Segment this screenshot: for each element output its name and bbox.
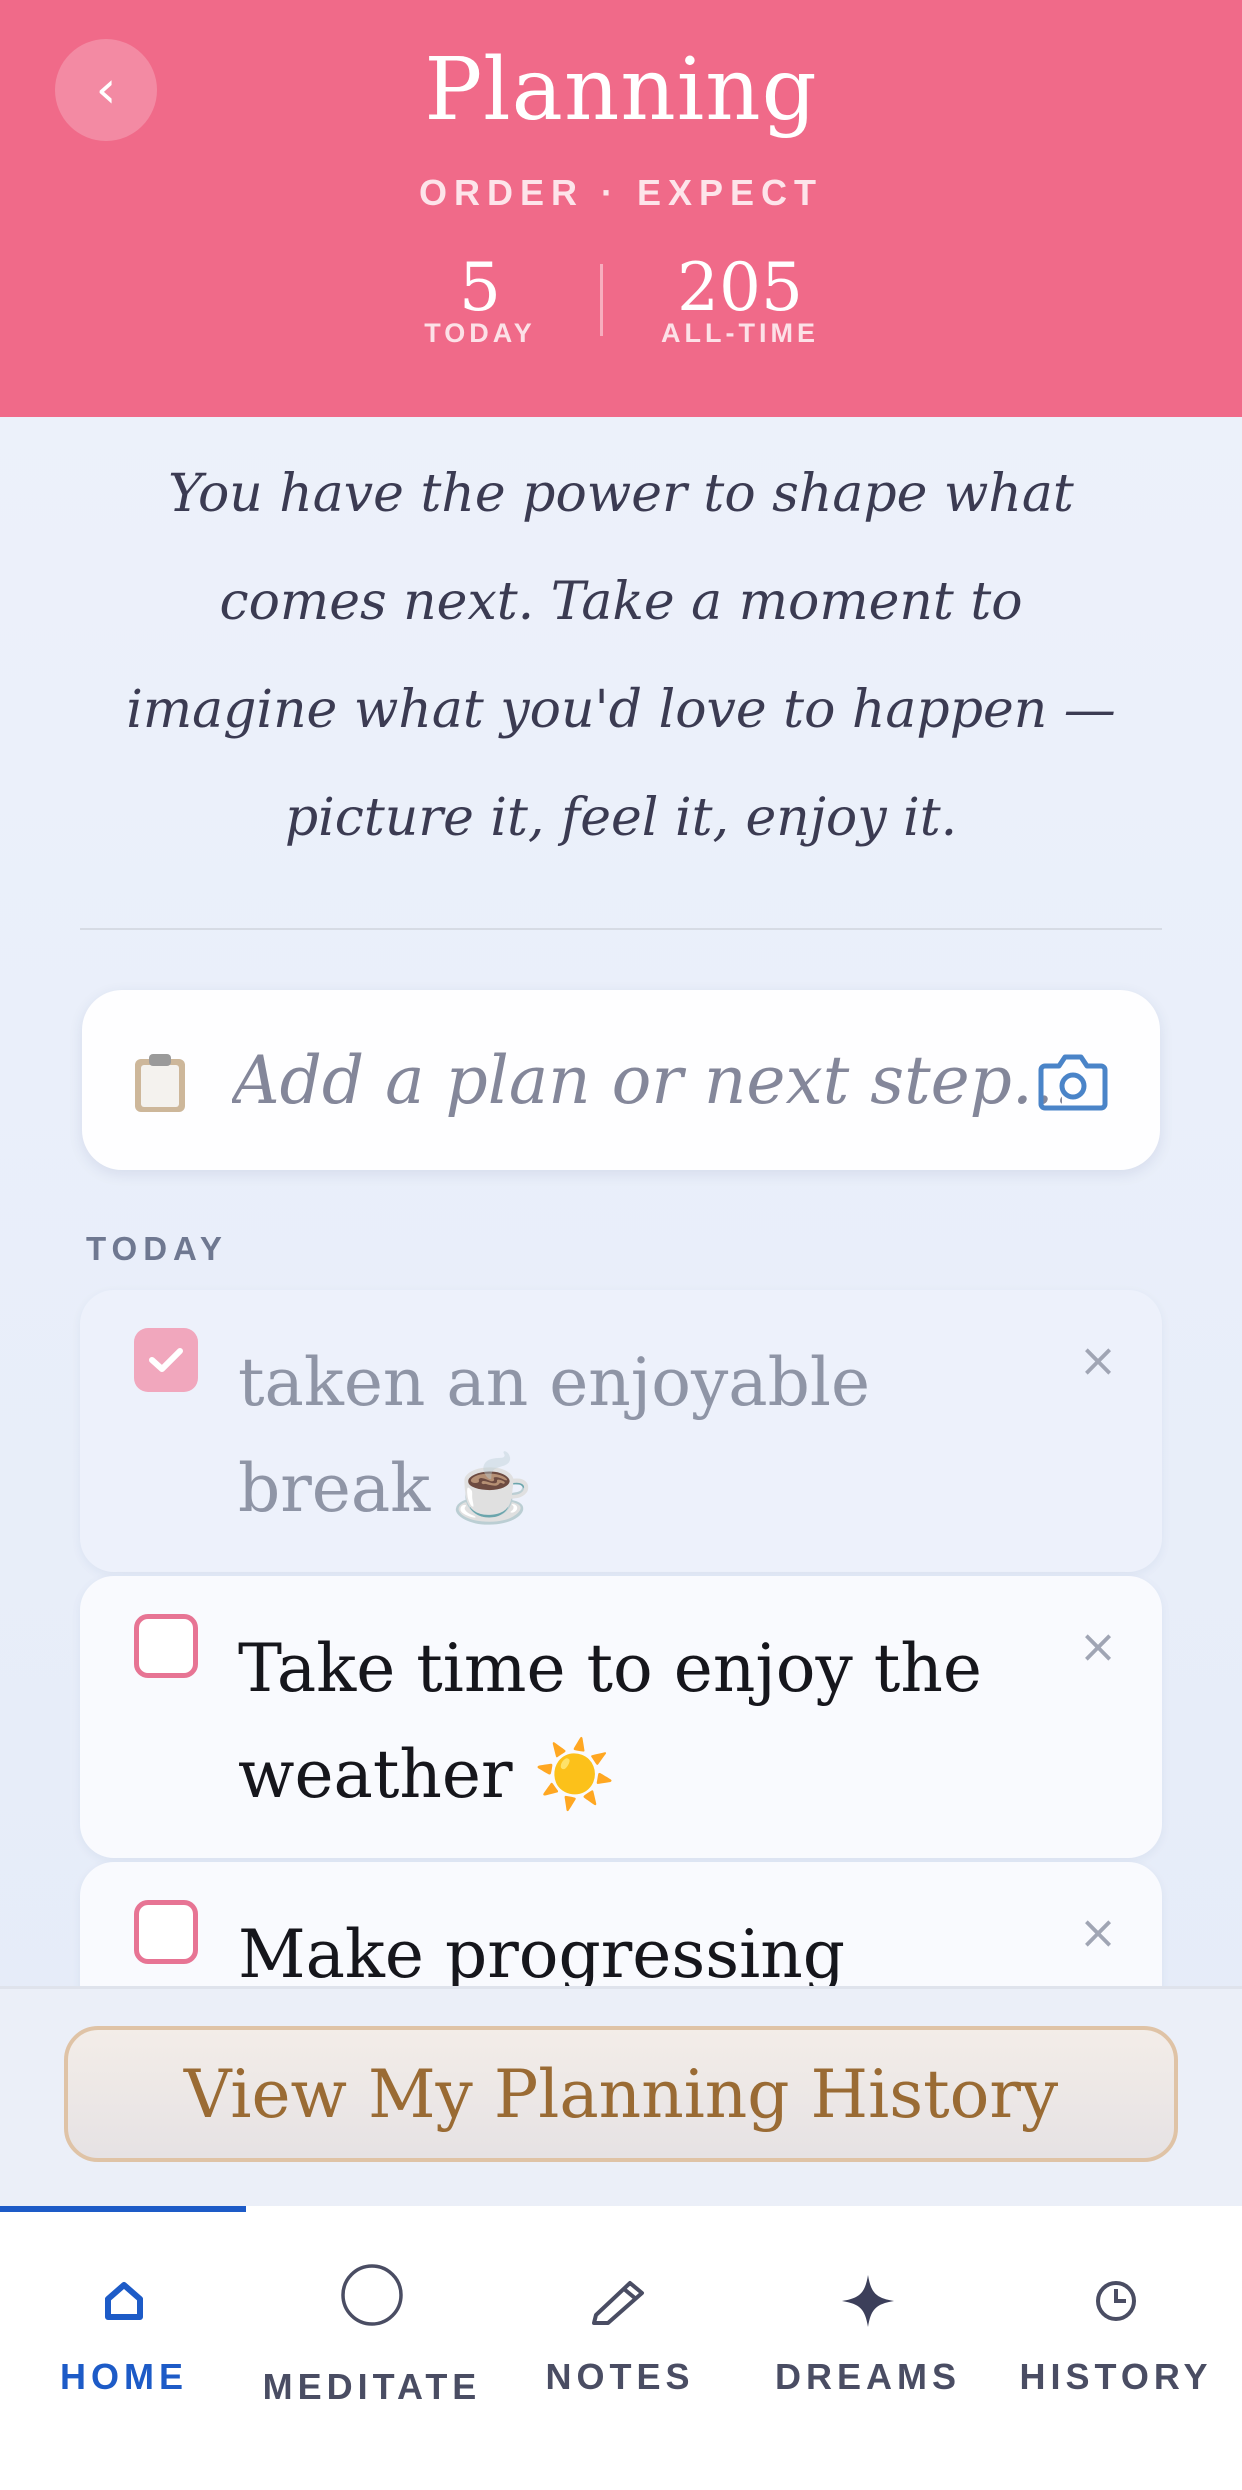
task-checkbox[interactable] (134, 1900, 198, 1964)
task-checkbox-checked[interactable] (134, 1328, 198, 1392)
plan-input[interactable] (232, 1030, 1062, 1130)
pencil-icon (496, 2266, 744, 2336)
section-label-today: TODAY (86, 1230, 228, 1267)
nav-item-notes[interactable]: NOTES (496, 2206, 744, 2446)
page-title: Planning (424, 40, 818, 140)
task-item[interactable]: Take time to enjoy the weather ☀️ × (80, 1576, 1162, 1858)
stat-today-label: TODAY (424, 318, 536, 348)
nav-item-dreams[interactable]: DREAMS (744, 2206, 992, 2446)
circle-icon (248, 2260, 496, 2330)
divider (80, 928, 1162, 930)
task-text: Take time to enjoy the weather ☀️ (238, 1630, 982, 1813)
stat-alltime-value: 205 (677, 249, 803, 326)
remove-task-button[interactable]: × (1068, 1616, 1128, 1676)
nav-label: MEDITATE (262, 2366, 482, 2407)
stat-alltime-label: ALL-TIME (661, 318, 819, 348)
page-subtitle: ORDER · EXPECT (418, 172, 824, 213)
nav-label: DREAMS (774, 2356, 961, 2397)
plan-composer (82, 990, 1160, 1170)
nav-item-meditate[interactable]: MEDITATE (248, 2206, 496, 2446)
task-text: taken an enjoyable break ☕ (238, 1344, 871, 1527)
stat-today-value: 5 (459, 249, 501, 326)
sparkle-icon (744, 2266, 992, 2336)
task-item[interactable]: taken an enjoyable break ☕ × (80, 1290, 1162, 1572)
nav-item-home[interactable]: HOME (0, 2206, 248, 2446)
remove-task-button[interactable]: × (1068, 1330, 1128, 1390)
stat-divider (600, 264, 603, 336)
view-history-button[interactable]: View My Planning History (64, 2026, 1178, 2162)
bottom-nav: HOME MEDITATE NOTES DREAMS HISTORY (0, 2206, 1242, 2490)
task-checkbox[interactable] (134, 1614, 198, 1678)
checkmark-icon (149, 1348, 183, 1372)
clock-icon (992, 2266, 1240, 2336)
nav-item-history[interactable]: HISTORY (992, 2206, 1240, 2446)
home-icon (0, 2266, 248, 2336)
motivation-quote: You have the power to shape what comes n… (126, 464, 1116, 848)
nav-label: NOTES (545, 2356, 695, 2397)
nav-label: HOME (60, 2356, 188, 2397)
stat-today: 5 TODAY (400, 252, 560, 349)
remove-task-button[interactable]: × (1068, 1902, 1128, 1962)
clipboard-icon (135, 1054, 185, 1112)
header: ‹ Planning ORDER · EXPECT 5 TODAY 205 AL… (0, 0, 1242, 417)
camera-icon[interactable] (1037, 1048, 1109, 1114)
stat-alltime: 205 ALL-TIME (640, 252, 840, 349)
nav-label: HISTORY (1019, 2356, 1213, 2397)
